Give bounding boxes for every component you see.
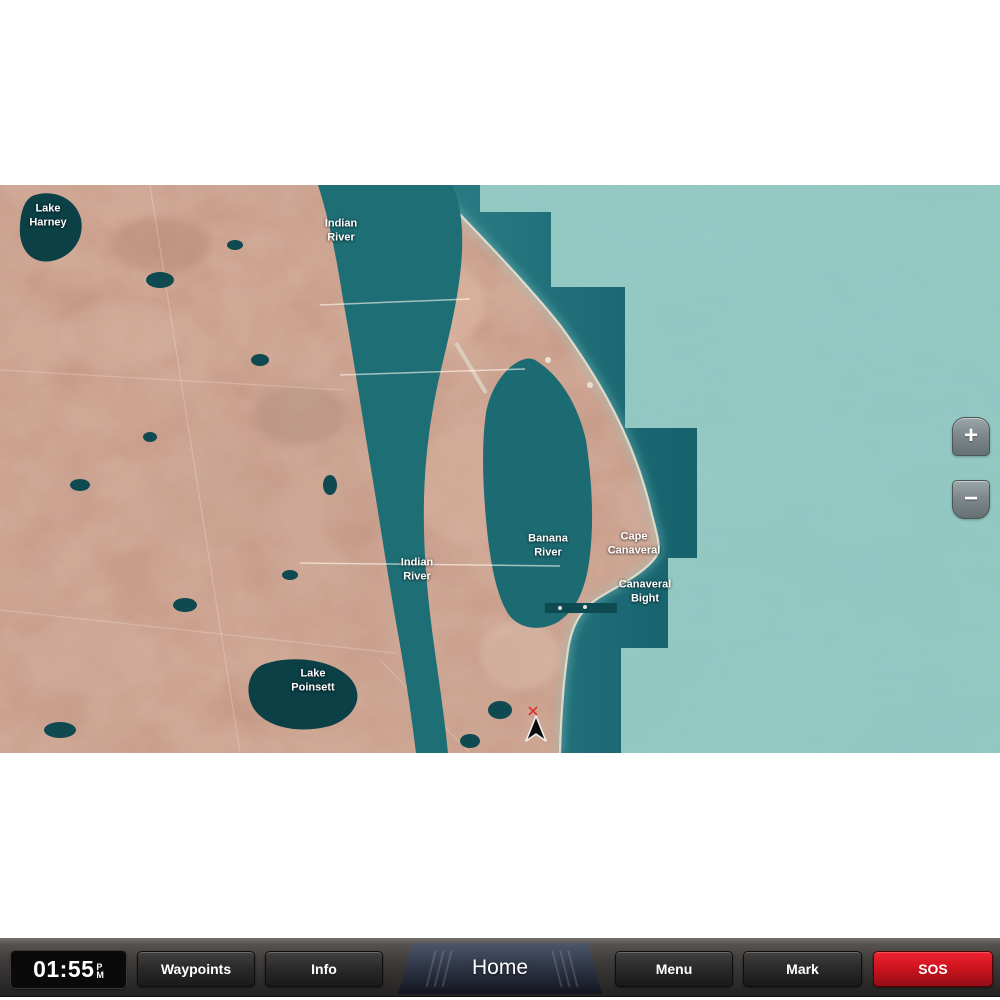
waypoints-button[interactable]: Waypoints [137,951,255,987]
zoom-out-button[interactable]: − [952,480,990,519]
port-canaveral-channel [545,603,617,613]
mark-button[interactable]: Mark [743,951,862,987]
home-label: Home [472,956,528,979]
satellite-chart [0,185,1000,753]
zoom-controls: + − [951,417,991,519]
sos-button[interactable]: SOS [873,951,993,987]
home-grip-left-icon [420,951,455,987]
home-button[interactable]: Home [398,943,602,994]
map-viewport[interactable]: LakeHarneyIndianRiverBananaRiverCapeCana… [0,185,1000,753]
time-display: 01:55 P M [10,950,127,989]
menu-button[interactable]: Menu [615,951,733,987]
time-value: 01:55 [33,956,94,983]
info-button[interactable]: Info [265,951,383,987]
time-meridiem: P M [96,963,104,979]
home-grip-right-icon [546,951,581,987]
status-bar: 01:55 P M Waypoints Info Home Menu Mark … [0,938,1000,997]
meridiem-m: M [96,971,104,979]
zoom-in-button[interactable]: + [952,417,990,456]
page: LakeHarneyIndianRiverBananaRiverCapeCana… [0,0,1000,1000]
chartplotter-screen: LakeHarneyIndianRiverBananaRiverCapeCana… [0,185,1000,812]
